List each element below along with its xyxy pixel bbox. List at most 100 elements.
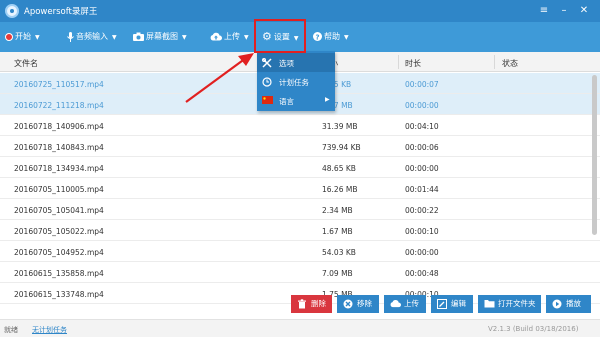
- file-duration: 00:00:22: [405, 206, 439, 215]
- folder-icon: [484, 299, 495, 309]
- file-size: 48.65 KB: [322, 164, 356, 173]
- menu-item-label: 选项: [279, 59, 294, 68]
- minimize-icon[interactable]: –: [556, 3, 572, 19]
- menu-item-schedule[interactable]: 计划任务: [257, 72, 335, 91]
- table-row[interactable]: 20160718_140906.mp4 31.39 MB 00:04:10: [0, 115, 600, 136]
- highlight-box: [254, 19, 306, 53]
- cloud-upload-icon: [390, 299, 401, 309]
- open-folder-button[interactable]: 打开文件夹: [478, 295, 541, 313]
- table-row[interactable]: 20160718_140843.mp4 739.94 KB 00:00:06: [0, 136, 600, 157]
- camera-icon: [133, 32, 144, 41]
- file-duration: 00:00:06: [405, 143, 439, 152]
- column-duration[interactable]: 时长: [405, 58, 421, 69]
- record-icon: [5, 32, 13, 41]
- audio-input-label: 音频输入: [76, 32, 108, 41]
- upload-button[interactable]: 上传 ▼: [210, 30, 249, 44]
- table-row[interactable]: 20160718_134934.mp4 48.65 KB 00:00:00: [0, 157, 600, 178]
- remove-label: 移除: [357, 299, 372, 308]
- window-title: Apowersoft录屏王: [24, 7, 98, 17]
- file-name: 20160705_110005.mp4: [14, 185, 104, 194]
- chevron-down-icon: ▼: [35, 34, 40, 41]
- file-size: 16.26 MB: [322, 185, 358, 194]
- menu-icon[interactable]: ≡: [536, 3, 552, 19]
- upload-action-button[interactable]: 上传: [384, 295, 426, 313]
- edit-icon: [437, 299, 447, 309]
- file-size: 54.03 KB: [322, 248, 356, 257]
- file-size: 31.39 MB: [322, 122, 358, 131]
- delete-button[interactable]: 删除: [291, 295, 332, 313]
- file-size: 7.09 MB: [322, 269, 353, 278]
- column-divider[interactable]: [494, 55, 495, 69]
- no-task-link[interactable]: 无计划任务: [32, 325, 67, 335]
- file-duration: 00:00:07: [405, 80, 439, 89]
- edit-label: 编辑: [451, 299, 466, 308]
- file-size: 2.34 MB: [322, 206, 353, 215]
- app-logo-icon: [5, 4, 19, 18]
- upload-action-label: 上传: [404, 299, 419, 308]
- microphone-icon: [67, 31, 74, 42]
- scrollbar-thumb[interactable]: [592, 75, 597, 235]
- upload-label: 上传: [224, 32, 240, 41]
- remove-icon: [343, 299, 353, 309]
- cloud-upload-icon: [210, 32, 222, 41]
- play-button[interactable]: 播放: [546, 295, 591, 313]
- menu-item-language[interactable]: 语言 ▶: [257, 91, 335, 110]
- file-name: 20160718_134934.mp4: [14, 164, 104, 173]
- settings-dropdown-menu: 选项 计划任务 语言 ▶: [257, 51, 335, 111]
- file-name: 20160718_140906.mp4: [14, 122, 104, 131]
- table-row[interactable]: 20160615_135858.mp4 7.09 MB 00:00:48: [0, 262, 600, 283]
- help-icon: ?: [313, 32, 322, 41]
- chevron-down-icon: ▼: [182, 34, 187, 41]
- annotation-arrow-icon: [185, 53, 254, 103]
- file-name: 20160705_105041.mp4: [14, 206, 104, 215]
- edit-button[interactable]: 编辑: [431, 295, 473, 313]
- file-name: 20160705_104952.mp4: [14, 248, 104, 257]
- tools-icon: [262, 58, 272, 68]
- table-row[interactable]: 20160705_104952.mp4 54.03 KB 00:00:00: [0, 241, 600, 262]
- status-bar: 就绪 无计划任务 V2.1.3 (Build 03/18/2016): [0, 319, 600, 337]
- file-duration: 00:00:00: [405, 248, 439, 257]
- flag-icon: [262, 96, 273, 105]
- play-label: 播放: [566, 299, 581, 308]
- menu-item-options[interactable]: 选项: [257, 53, 335, 72]
- screenshot-button[interactable]: 屏幕截图 ▼: [133, 30, 187, 44]
- trash-icon: [297, 299, 307, 309]
- file-name: 20160615_135858.mp4: [14, 269, 104, 278]
- file-duration: 00:00:48: [405, 269, 439, 278]
- start-label: 开始: [15, 32, 31, 41]
- start-button[interactable]: 开始 ▼: [5, 30, 40, 44]
- table-row[interactable]: 20160705_105041.mp4 2.34 MB 00:00:22: [0, 199, 600, 220]
- file-size: 1.67 MB: [322, 227, 353, 236]
- clock-icon: [262, 77, 272, 87]
- chevron-down-icon: ▼: [344, 34, 349, 41]
- file-size: 739.94 KB: [322, 143, 361, 152]
- file-name: 20160705_105022.mp4: [14, 227, 104, 236]
- play-icon: [552, 299, 562, 309]
- close-icon[interactable]: ✕: [576, 3, 592, 19]
- table-row[interactable]: 20160705_105022.mp4 1.67 MB 00:00:10: [0, 220, 600, 241]
- chevron-right-icon: ▶: [325, 96, 330, 103]
- file-name: 20160725_110517.mp4: [14, 80, 104, 89]
- column-filename[interactable]: 文件名: [14, 58, 38, 69]
- chevron-down-icon: ▼: [112, 34, 117, 41]
- delete-label: 删除: [311, 299, 326, 308]
- file-duration: 00:00:00: [405, 101, 439, 110]
- file-duration: 00:00:00: [405, 164, 439, 173]
- column-divider[interactable]: [398, 55, 399, 69]
- file-duration: 00:01:44: [405, 185, 439, 194]
- remove-button[interactable]: 移除: [337, 295, 379, 313]
- scrollbar[interactable]: [592, 73, 598, 288]
- status-ready: 就绪: [4, 326, 18, 334]
- action-bar: 删除 移除 上传 编辑 打开文件夹 播放: [0, 295, 600, 315]
- file-name: 20160722_111218.mp4: [14, 101, 104, 110]
- file-duration: 00:00:10: [405, 227, 439, 236]
- chevron-down-icon: ▼: [244, 34, 249, 41]
- menu-item-label: 计划任务: [279, 78, 309, 87]
- column-status[interactable]: 状态: [502, 58, 518, 69]
- file-duration: 00:04:10: [405, 122, 439, 131]
- table-row[interactable]: 20160705_110005.mp4 16.26 MB 00:01:44: [0, 178, 600, 199]
- version-label: V2.1.3 (Build 03/18/2016): [488, 325, 579, 333]
- help-button[interactable]: ? 帮助 ▼: [313, 30, 349, 44]
- menu-item-label: 语言: [279, 97, 294, 106]
- audio-input-button[interactable]: 音频输入 ▼: [67, 30, 117, 44]
